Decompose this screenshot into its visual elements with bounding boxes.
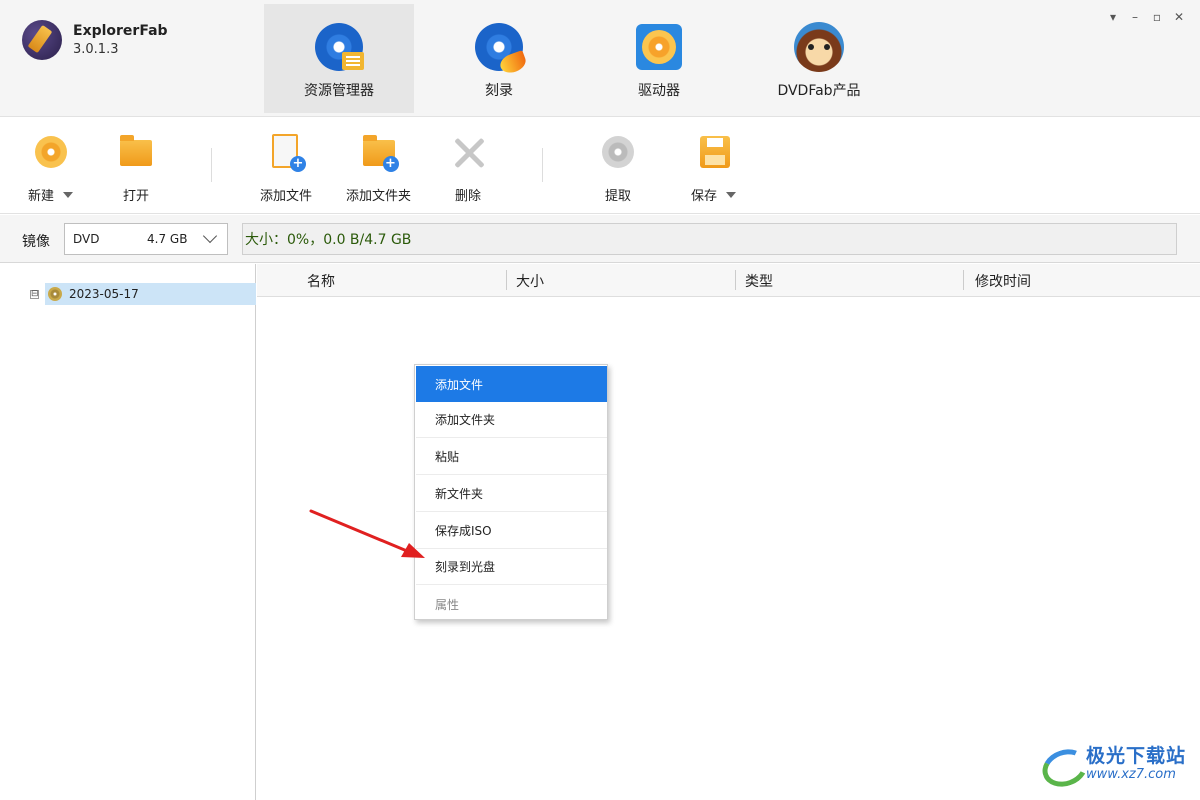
chevron-down-icon[interactable] [63,191,74,198]
add-folder-icon: + [359,132,399,172]
watermark-url: www.xz7.com [1086,767,1176,782]
disc-type-value: DVD [73,232,100,246]
image-bar: 镜像 DVD 4.7 GB 大小：0%，0.0 B/4.7 GB [0,215,1200,263]
tree-item-label: 2023-05-17 [69,287,139,301]
extract-button[interactable]: 提取 [598,132,638,204]
annotation-arrow-icon [309,509,425,558]
add-file-button[interactable]: + 添加文件 [260,132,312,204]
column-size[interactable]: 大小 [516,264,544,297]
column-name[interactable]: 名称 [307,264,335,297]
watermark-title: 极光下载站 [1086,745,1187,767]
explorerfab-logo-icon [22,20,62,60]
add-folder-label: 添加文件夹 [346,189,412,204]
new-button[interactable]: 新建 [28,132,74,204]
delete-button[interactable]: 删除 [448,132,488,204]
toolbar-divider [211,148,212,182]
add-file-label: 添加文件 [260,189,313,204]
context-menu: 添加文件 添加文件夹 粘贴 新文件夹 保存成ISO 刻录到光盘 属性 [414,364,608,620]
tree-node-root[interactable]: ⊟ 2023-05-17 [30,283,256,305]
disc-size-value: 4.7 GB [147,232,188,246]
maximize-icon[interactable]: ▫ [1150,10,1164,24]
tab-dvdfab-label: DVDFab产品 [777,83,861,99]
size-status-bar: 大小：0%，0.0 B/4.7 GB [242,223,1177,255]
save-icon [694,132,734,172]
image-label: 镜像 [22,234,50,250]
add-file-icon: + [266,132,306,172]
save-label: 保存 [691,189,718,204]
folder-icon [116,132,156,172]
extract-label: 提取 [604,189,631,204]
size-status-text: 大小：0%，0.0 B/4.7 GB [245,232,412,248]
menu-item-properties: 属性 [435,597,460,612]
add-folder-button[interactable]: + 添加文件夹 [346,132,411,204]
top-bar: ExplorerFab 3.0.1.3 资源管理器 刻录 驱动器 DVDFab产… [0,0,1200,117]
app-brand: ExplorerFab 3.0.1.3 [22,20,168,60]
save-button[interactable]: 保存 [691,132,737,204]
toolbar-divider [542,148,543,182]
menu-item-new-folder[interactable]: 新文件夹 [416,476,607,512]
disc-list-icon [314,22,364,72]
new-disc-icon [31,132,71,172]
watermark-logo-icon [1040,744,1084,784]
new-label: 新建 [28,189,55,204]
app-name: ExplorerFab [73,23,168,39]
menu-item-burn-disc[interactable]: 刻录到光盘 [416,549,607,585]
drive-icon [634,22,684,72]
tab-explorer-label: 资源管理器 [304,83,374,99]
column-modified[interactable]: 修改时间 [975,264,1031,297]
extract-disc-icon [598,132,638,172]
menu-down-icon[interactable]: ▾ [1106,10,1120,24]
tab-drive-label: 驱动器 [638,83,680,99]
window-controls: ▾ – ▫ ✕ [1106,10,1186,24]
open-button[interactable]: 打开 [116,132,156,204]
disc-icon [48,287,62,301]
tab-burn-label: 刻录 [485,83,513,99]
tab-dvdfab-products[interactable]: DVDFab产品 [744,4,894,113]
tab-explorer[interactable]: 资源管理器 [264,4,414,113]
tree-item-selected[interactable]: 2023-05-17 [45,283,256,305]
column-type[interactable]: 类型 [745,264,773,297]
chevron-down-icon[interactable] [726,191,737,198]
app-version: 3.0.1.3 [73,42,119,57]
tab-drive[interactable]: 驱动器 [584,4,734,113]
tab-burn[interactable]: 刻录 [424,4,574,113]
open-label: 打开 [122,189,149,204]
menu-item-add-file[interactable]: 添加文件 [416,366,607,402]
toolbar: 新建 打开 + 添加文件 + 添加文件夹 删除 提取 保存 [0,118,1200,214]
list-header: 名称 大小 类型 修改时间 [257,264,1200,297]
delete-label: 删除 [454,189,481,204]
menu-item-add-folder[interactable]: 添加文件夹 [416,402,607,438]
menu-item-paste[interactable]: 粘贴 [416,439,607,475]
chevron-down-icon [202,228,218,244]
folder-tree: ⊟ 2023-05-17 [0,264,256,800]
close-icon[interactable]: ✕ [1172,10,1186,24]
collapse-toggle-icon[interactable]: ⊟ [30,289,39,299]
watermark: 极光下载站 www.xz7.com [1040,744,1186,784]
minimize-icon[interactable]: – [1128,10,1142,24]
disc-burn-icon [474,22,529,76]
dvdfab-monkey-icon [794,22,844,72]
disc-size-select[interactable]: DVD 4.7 GB [64,223,228,255]
menu-item-save-iso[interactable]: 保存成ISO [416,513,607,549]
delete-icon [448,132,488,172]
